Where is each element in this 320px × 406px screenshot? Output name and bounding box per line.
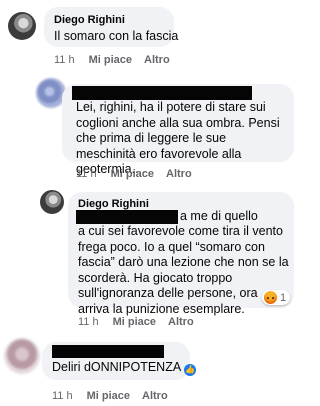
comment-time[interactable]: 11 h [52,390,73,402]
comment-time[interactable]: 11 h [54,54,75,66]
like-thumb-icon: 👍 [184,363,197,376]
avatar[interactable] [4,338,40,374]
avatar[interactable] [8,12,36,40]
comment-text-row: Deliri dONNIPOTENZA 👍 [52,360,197,376]
comment-actions: 11 h Mi piace Altro [78,316,194,328]
comment-author[interactable]: Diego Righini [54,14,125,26]
comment-time[interactable]: 11 h [78,316,99,328]
avatar[interactable] [40,190,64,214]
redacted-name [72,86,252,100]
more-button[interactable]: Altro [144,54,170,66]
like-button[interactable]: Mi piace [111,168,154,180]
comment-text: Il somaro con la fascia [54,29,179,43]
comment-actions: 11 h Mi piace Altro [54,54,170,66]
angry-reaction-icon [264,291,277,304]
comment-text: a cui sei favorevole come tira il vento … [78,224,289,316]
redacted-name [52,345,164,358]
like-button[interactable]: Mi piace [113,316,156,328]
reaction-count: 1 [280,291,287,304]
redacted-name [76,210,178,224]
like-button[interactable]: Mi piace [89,54,132,66]
comment-text: Lei, righini, ha il potere di stare sui … [76,100,280,176]
more-button[interactable]: Altro [168,316,194,328]
more-button[interactable]: Altro [166,168,192,180]
comment-time[interactable]: 11 h [76,168,97,180]
comment-author[interactable]: Diego Righini [78,198,149,210]
comment-text-line1: a me di quello [180,209,258,223]
comment-actions: 11 h Mi piace Altro [76,168,192,180]
comment-actions: 11 h Mi piace Altro [52,390,168,402]
like-button[interactable]: Mi piace [87,390,130,402]
reaction-badge[interactable]: 1 [262,290,291,305]
comment-text: Deliri dONNIPOTENZA [52,360,182,374]
more-button[interactable]: Altro [142,390,168,402]
